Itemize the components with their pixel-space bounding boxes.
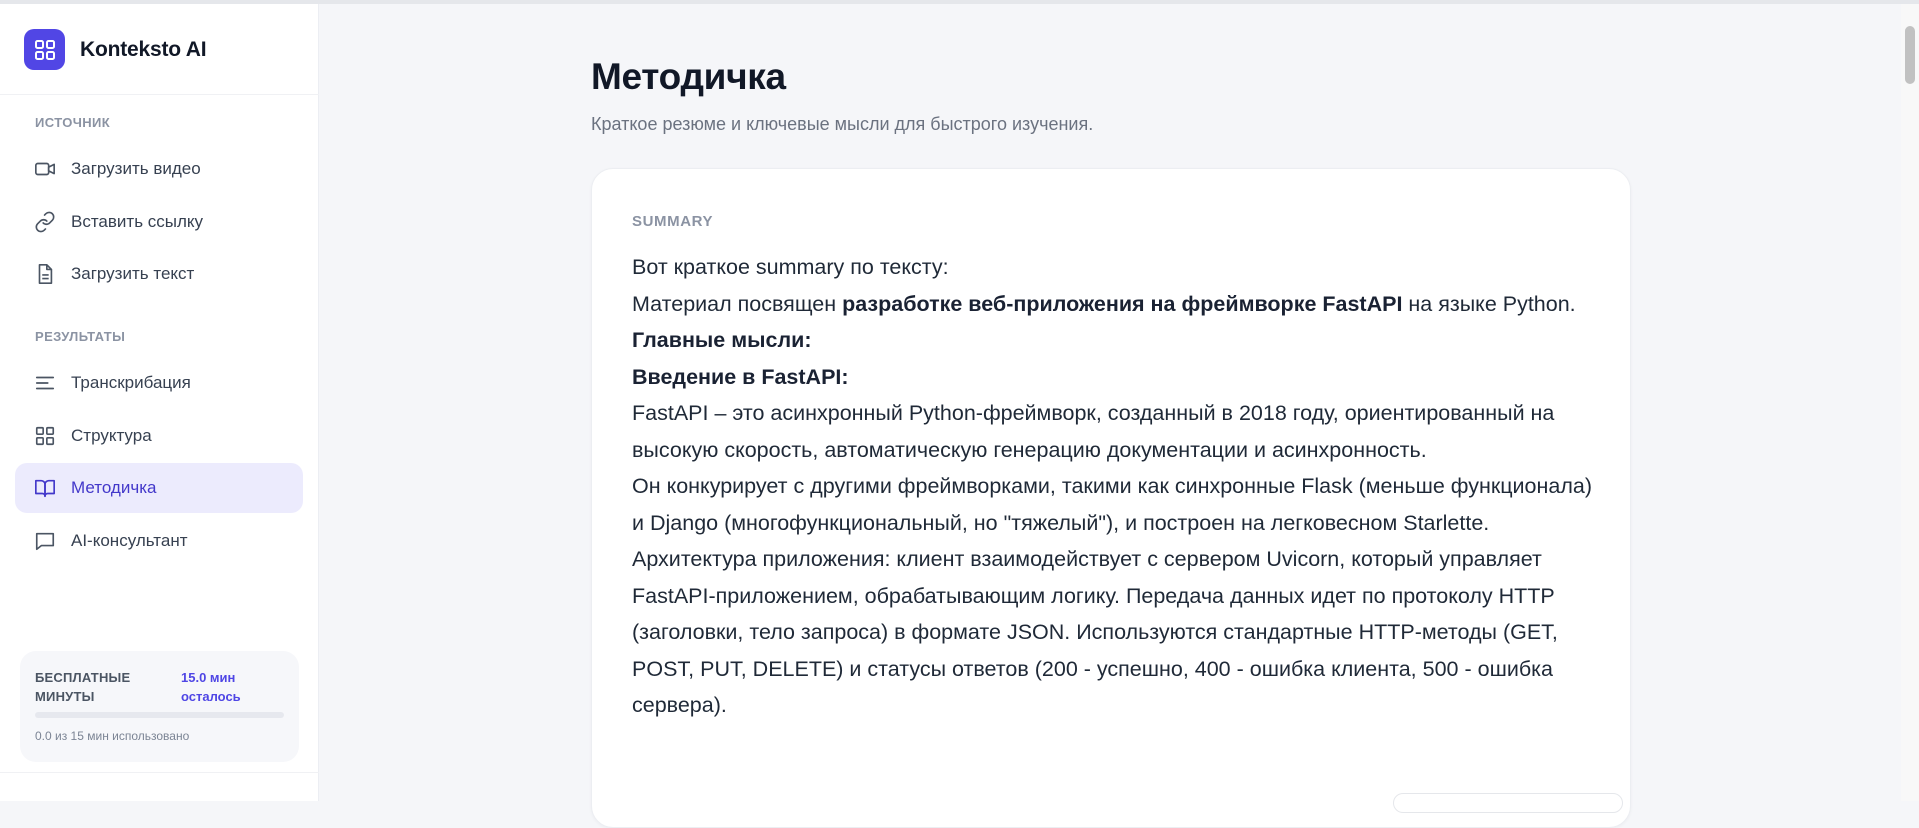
minutes-remaining: 15.0 мин осталось: [181, 670, 241, 704]
minutes-progress-bar: [35, 712, 284, 718]
sidebar-item-upload-video[interactable]: Загрузить видео: [15, 144, 303, 194]
sidebar-item-paste-link[interactable]: Вставить ссылку: [15, 197, 303, 247]
document-icon: [33, 262, 57, 286]
free-minutes-title: БЕСПЛАТНЫЕ МИНУТЫ: [35, 670, 131, 704]
sidebar-item-label: Вставить ссылку: [71, 212, 204, 231]
floating-panel-edge[interactable]: [1393, 793, 1623, 813]
divider: [0, 772, 319, 773]
summary-topic-suffix: на языке Python.: [1402, 291, 1576, 316]
sidebar-item-upload-text[interactable]: Загрузить текст: [15, 249, 303, 299]
lines-icon: [33, 371, 57, 395]
sidebar-item-label: Структура: [71, 426, 152, 445]
summary-intro: Вот краткое summary по тексту:: [632, 255, 949, 279]
summary-paragraph: Архитектура приложения: клиент взаимодей…: [632, 547, 1558, 717]
brand[interactable]: Konteksto AI: [24, 29, 207, 70]
heading-main-ideas: Главные мысли:: [632, 328, 812, 352]
summary-topic-prefix: Материал посвящен: [632, 291, 843, 316]
sidebar-item-methodichka[interactable]: Методичка: [15, 463, 303, 513]
sidebar-item-ai-consultant[interactable]: AI-консультант: [15, 516, 303, 566]
sidebar-item-label: Загрузить текст: [71, 264, 195, 283]
app-logo-icon: [24, 29, 65, 70]
free-minutes-card: БЕСПЛАТНЫЕ МИНУТЫ 15.0 мин осталось 0.0 …: [20, 651, 299, 762]
page-subtitle: Краткое резюме и ключевые мысли для быст…: [591, 114, 1094, 134]
summary-paragraph: Он конкурирует с другими фреймворками, т…: [632, 474, 1593, 535]
scrollbar-thumb[interactable]: [1905, 26, 1915, 84]
summary-paragraph: FastAPI – это асинхронный Python-фреймво…: [632, 401, 1555, 462]
sidebar-item-transcription[interactable]: Транскрибация: [15, 358, 303, 408]
sidebar-item-label: Методичка: [71, 478, 157, 497]
sidebar-item-label: Транскрибация: [71, 373, 191, 392]
summary-topic: Материал посвящен разработке веб-приложе…: [632, 286, 1592, 323]
summary-card: SUMMARY Вот краткое summary по тексту: М…: [591, 168, 1631, 828]
sidebar-item-label: AI-консультант: [71, 531, 188, 550]
sidebar: Konteksto AI ИСТОЧНИК Загрузить видео Вс…: [0, 4, 319, 801]
summary-text: Вот краткое summary по тексту: Материал …: [632, 249, 1592, 724]
minutes-used: 0.0 из 15 мин использовано: [35, 729, 190, 743]
scrollbar[interactable]: [1901, 4, 1919, 801]
section-label-source: ИСТОЧНИК: [35, 115, 111, 130]
sidebar-item-label: Загрузить видео: [71, 159, 201, 178]
section-label-results: РЕЗУЛЬТАТЫ: [35, 329, 126, 344]
grid-icon: [33, 424, 57, 448]
summary-topic-bold: разработке веб-приложения на фреймворке …: [842, 291, 1403, 316]
chat-icon: [33, 529, 57, 553]
divider: [0, 94, 319, 95]
page-title: Методичка: [591, 56, 786, 97]
heading-fastapi-intro: Введение в FastAPI:: [632, 364, 849, 389]
summary-label: SUMMARY: [632, 213, 714, 230]
summary-heading-main: Главные мысли:: [632, 322, 1592, 359]
book-icon: [33, 476, 57, 500]
sidebar-item-structure[interactable]: Структура: [15, 411, 303, 461]
summary-heading-intro: Введение в FastAPI:: [632, 359, 1592, 396]
link-icon: [33, 210, 57, 234]
video-camera-icon: [33, 157, 57, 181]
app-name: Konteksto AI: [80, 37, 207, 61]
